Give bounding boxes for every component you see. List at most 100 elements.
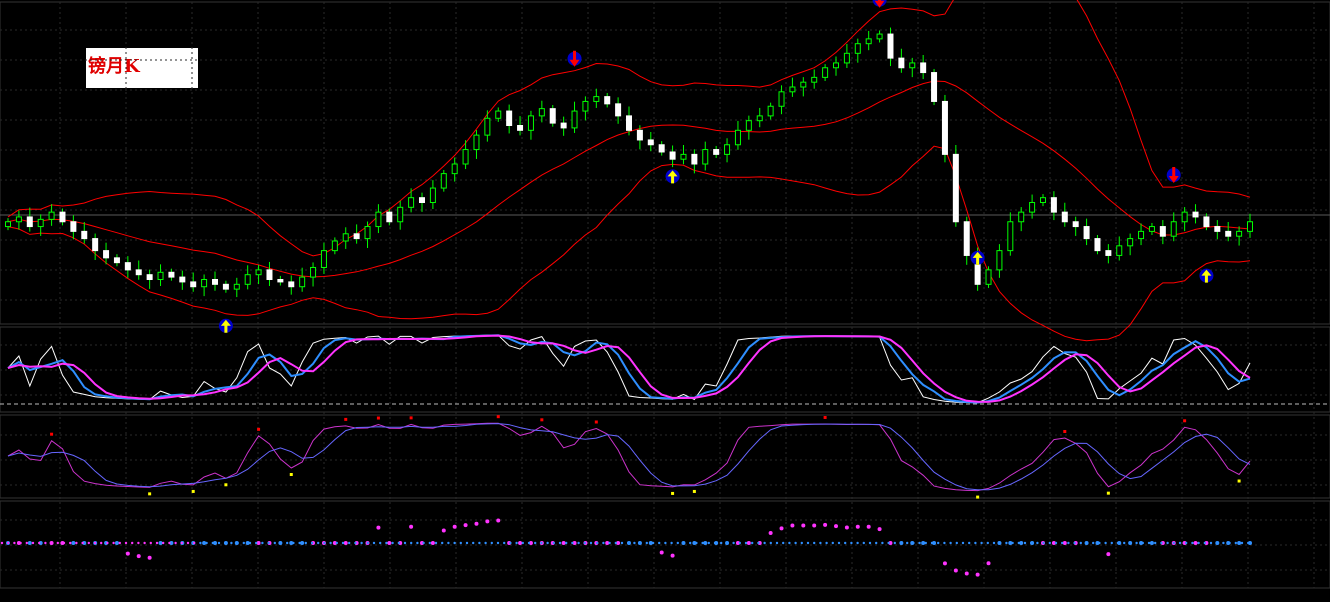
candle-body — [833, 62, 839, 69]
state-level-dot — [509, 541, 512, 545]
state-level-dot — [540, 541, 543, 545]
state-level-dot — [310, 541, 314, 545]
candle-body — [626, 115, 632, 131]
candle-body — [1072, 221, 1079, 228]
state-point — [376, 525, 381, 530]
state-level-dot — [484, 541, 487, 545]
state-point — [1193, 541, 1198, 545]
state-level-dot — [906, 541, 909, 545]
state-level-dot — [658, 541, 661, 545]
state-level-dot — [7, 541, 10, 545]
state-level-dot — [837, 541, 841, 545]
state-level-dot — [1240, 541, 1244, 545]
state-level-dot — [1147, 541, 1151, 545]
state-level-dot — [744, 541, 748, 545]
state-level-dot — [155, 541, 159, 545]
state-level-dot — [428, 541, 431, 545]
candle-body — [1138, 230, 1145, 240]
state-point — [147, 555, 152, 560]
candle-body — [517, 125, 524, 131]
state-point — [496, 518, 501, 523]
state-level-dot — [13, 541, 16, 545]
lower-band — [7, 145, 1251, 342]
candle-body — [1040, 197, 1046, 203]
state-level-dot — [763, 541, 766, 545]
state-level-dot — [924, 541, 927, 545]
state-level-dot — [372, 541, 376, 545]
state-level-dot — [329, 541, 332, 545]
osc-signal-line — [7, 423, 1251, 491]
osc-trough-marker — [692, 489, 696, 493]
state-level-dot — [354, 541, 357, 545]
osc-trough-marker — [148, 492, 152, 496]
stoch-main-line — [7, 334, 1251, 404]
candle-body — [724, 144, 731, 155]
osc-trough-marker — [191, 489, 195, 493]
state-level-dot — [999, 541, 1002, 545]
candle-body — [408, 197, 415, 208]
state-level-dot — [614, 541, 617, 545]
candle-body — [963, 221, 970, 256]
state-level-dot — [986, 541, 989, 545]
state-point — [474, 521, 479, 526]
state-point — [518, 541, 523, 545]
state-level-dot — [881, 541, 884, 545]
state-point — [834, 524, 838, 529]
state-level-dot — [143, 541, 146, 545]
state-level-dot — [1104, 541, 1107, 545]
candle-body — [582, 100, 589, 112]
state-level-dot — [1185, 541, 1188, 545]
candle-body — [778, 91, 785, 107]
state-level-dot — [205, 541, 208, 545]
state-level-dot — [174, 541, 177, 545]
state-level-dot — [211, 541, 214, 545]
candle-body — [429, 187, 436, 203]
state-level-dot — [546, 541, 549, 545]
stoch-d-line — [7, 334, 1251, 403]
state-level-dot — [124, 541, 128, 545]
candles — [5, 27, 1253, 298]
state-point — [1106, 552, 1111, 557]
state-level-dot — [1042, 541, 1045, 545]
candle-body — [70, 221, 77, 232]
state-level-dot — [81, 541, 84, 545]
state-level-dot — [496, 541, 500, 545]
grid — [0, 2, 1330, 588]
state-point — [659, 550, 664, 555]
signal-up-arrow — [218, 318, 233, 333]
osc-peak-marker — [823, 416, 827, 419]
state-level-dot — [1079, 541, 1083, 545]
state-level-dot — [912, 541, 915, 545]
state-level-dot — [162, 541, 165, 545]
candle-body — [1170, 221, 1177, 237]
state-level-dot — [441, 541, 444, 545]
candle-body — [691, 153, 698, 165]
candle-body — [59, 211, 66, 223]
state-level-dot — [149, 541, 152, 545]
state-level-dot — [949, 541, 952, 545]
candle-body — [146, 274, 153, 280]
state-level-dot — [366, 541, 369, 545]
candle-body — [26, 216, 33, 228]
candle-body — [233, 283, 240, 290]
candle-body — [1181, 211, 1188, 223]
candle-body — [996, 250, 1003, 271]
state-level-dot — [856, 541, 859, 545]
state-level-dot — [236, 541, 239, 545]
candle-body — [734, 129, 741, 146]
state-level-dot — [695, 541, 698, 545]
state-level-dot — [193, 541, 196, 545]
state-level-dot — [348, 541, 351, 545]
candle-body — [1018, 211, 1025, 223]
state-level-dot — [292, 541, 295, 545]
state-point — [986, 561, 991, 566]
osc-peak-marker — [1063, 430, 1067, 433]
state-level-dot — [1054, 541, 1058, 545]
state-level-dot — [738, 541, 741, 545]
state-level-dot — [670, 541, 673, 545]
state-level-dot — [825, 541, 828, 545]
state-level-dot — [589, 541, 593, 545]
state-level-dot — [273, 541, 276, 545]
candle-body — [103, 250, 110, 259]
stoch-k-line — [7, 334, 1251, 404]
